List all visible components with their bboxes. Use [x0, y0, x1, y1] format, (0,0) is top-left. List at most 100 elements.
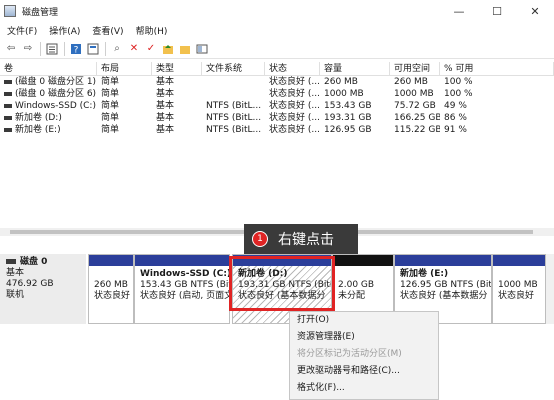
partition-status: 状态良好 [498, 291, 535, 301]
menu-item-change-drive-letter[interactable]: 更改驱动器号和路径(C)... [290, 363, 438, 380]
properties-icon[interactable] [86, 42, 100, 56]
partition-size: 153.43 GB NTFS (BitL [140, 280, 229, 290]
cell-status: 状态良好 (... [269, 113, 320, 123]
toolbar-separator [64, 41, 65, 56]
back-icon[interactable]: ⇦ [4, 42, 18, 56]
minimize-button[interactable]: — [440, 0, 478, 22]
disk-management-icon [4, 5, 16, 17]
disk-0-label[interactable]: 磁盘 0 基本 476.92 GB 联机 [0, 254, 86, 324]
connect-icon[interactable]: ⌕ [110, 42, 124, 56]
title-bar: 磁盘管理 — ☐ ✕ [0, 0, 554, 22]
context-menu: 打开(O) 资源管理器(E) 将分区标记为活动分区(M) 更改驱动器号和路径(C… [289, 311, 439, 400]
table-row[interactable]: Windows-SSD (C:) 简单 基本 NTFS (BitL... 状态良… [0, 100, 554, 112]
cell-status: 状态良好 (... [269, 77, 320, 87]
cell-free-space: 75.72 GB [394, 101, 436, 111]
highlight-box [229, 256, 335, 311]
partition-cap [135, 255, 229, 266]
partition-size: 260 MB [94, 280, 128, 290]
partition-1[interactable]: 260 MB 状态良好 [88, 254, 134, 324]
disk-type: 基本 [6, 268, 25, 278]
cell-capacity: 260 MB [324, 77, 358, 87]
partition-size: 126.95 GB NTFS (BitL [400, 280, 491, 290]
menu-action[interactable]: 操作(A) [49, 24, 80, 37]
view-icon[interactable] [195, 42, 209, 56]
cell-type: 基本 [156, 89, 175, 99]
partition-cap [89, 255, 133, 266]
cell-filesystem [202, 76, 265, 88]
callout-text: 右键点击 [278, 232, 334, 248]
vertical-scrollbar[interactable] [546, 254, 554, 324]
menu-item-format[interactable]: 格式化(F)... [290, 380, 438, 397]
cell-status: 状态良好 (... [269, 89, 320, 99]
cell-capacity: 126.95 GB [324, 125, 372, 135]
menu-view[interactable]: 查看(V) [92, 24, 123, 37]
cell-filesystem [202, 88, 265, 100]
partition-c[interactable]: Windows-SSD (C:) 153.43 GB NTFS (BitL 状态… [134, 254, 230, 324]
partition-cap [333, 255, 393, 266]
cell-layout: 简单 [101, 125, 120, 135]
column-header-status[interactable]: 状态 [265, 62, 320, 75]
column-header-type[interactable]: 类型 [152, 62, 202, 75]
cell-type: 基本 [156, 77, 175, 87]
partition-size: 2.00 GB [338, 280, 375, 290]
table-row[interactable]: (磁盘 0 磁盘分区 1) 简单 基本 状态良好 (... 260 MB 260… [0, 76, 554, 88]
window-controls: — ☐ ✕ [440, 0, 554, 22]
svg-text:?: ? [74, 45, 79, 55]
column-header-layout[interactable]: 布局 [97, 62, 152, 75]
toolbar: ⇦ ⇨ ? ⌕ ✕ ✓ [0, 39, 554, 59]
cell-layout: 简单 [101, 101, 120, 111]
check-icon[interactable]: ✓ [144, 42, 158, 56]
delete-icon[interactable]: ✕ [127, 42, 141, 56]
folder-new-icon[interactable] [178, 42, 192, 56]
cell-status: 状态良好 (... [269, 125, 320, 135]
partition-cap [493, 255, 545, 266]
forward-icon[interactable]: ⇨ [21, 42, 35, 56]
column-header-filesystem[interactable]: 文件系统 [202, 62, 265, 75]
cell-free-space: 1000 MB [394, 89, 434, 99]
volume-icon [4, 103, 12, 108]
menu-item-open[interactable]: 打开(O) [290, 312, 438, 329]
cell-percent-free: 91 % [444, 125, 467, 135]
partition-size: 1000 MB [498, 280, 538, 290]
cell-layout: 简单 [101, 77, 120, 87]
cell-status: 状态良好 (... [269, 101, 320, 111]
partition-status: 未分配 [338, 291, 366, 301]
partition-name: 新加卷 (E:) [400, 269, 449, 279]
close-button[interactable]: ✕ [516, 0, 554, 22]
list-icon[interactable] [45, 42, 59, 56]
menu-help[interactable]: 帮助(H) [136, 24, 168, 37]
disk-icon [6, 259, 16, 264]
cell-percent-free: 100 % [444, 89, 473, 99]
cell-filesystem: NTFS (BitL... [206, 125, 262, 135]
column-header-percent-free[interactable]: % 可用 [440, 62, 554, 75]
help-icon[interactable]: ? [69, 42, 83, 56]
menu-file[interactable]: 文件(F) [7, 24, 37, 37]
cell-percent-free: 100 % [444, 77, 473, 87]
partition-cap [395, 255, 491, 266]
menu-item-mark-active: 将分区标记为活动分区(M) [297, 349, 402, 359]
maximize-button[interactable]: ☐ [478, 0, 516, 22]
table-row[interactable]: 新加卷 (D:) 简单 基本 NTFS (BitL... 状态良好 (... 1… [0, 112, 554, 124]
partition-name [498, 269, 545, 280]
table-row[interactable]: 新加卷 (E:) 简单 基本 NTFS (BitL... 状态良好 (... 1… [0, 124, 554, 136]
folder-up-icon[interactable] [161, 42, 175, 56]
cell-filesystem: NTFS (BitL... [206, 113, 262, 123]
column-header-free-space[interactable]: 可用空间 [390, 62, 440, 75]
column-header-volume[interactable]: 卷 [0, 62, 97, 75]
toolbar-separator [40, 41, 41, 56]
cell-type: 基本 [156, 125, 175, 135]
table-header: 卷 布局 类型 文件系统 状态 容量 可用空间 % 可用 [0, 62, 554, 76]
annotation-callout: 1 右键点击 [244, 224, 358, 254]
partition-status: 状态良好 [94, 291, 131, 301]
cell-capacity: 1000 MB [324, 89, 364, 99]
volume-list: 卷 布局 类型 文件系统 状态 容量 可用空间 % 可用 (磁盘 0 磁盘分区 … [0, 62, 554, 136]
cell-percent-free: 49 % [444, 101, 467, 111]
volume-icon [4, 127, 12, 132]
cell-type: 基本 [156, 101, 175, 111]
partition-recovery[interactable]: 1000 MB 状态良好 [492, 254, 546, 324]
menu-item-explorer[interactable]: 资源管理器(E) [290, 329, 438, 346]
disk-status: 联机 [6, 290, 25, 300]
toolbar-separator [105, 41, 106, 56]
table-row[interactable]: (磁盘 0 磁盘分区 6) 简单 基本 状态良好 (... 1000 MB 10… [0, 88, 554, 100]
column-header-capacity[interactable]: 容量 [320, 62, 390, 75]
